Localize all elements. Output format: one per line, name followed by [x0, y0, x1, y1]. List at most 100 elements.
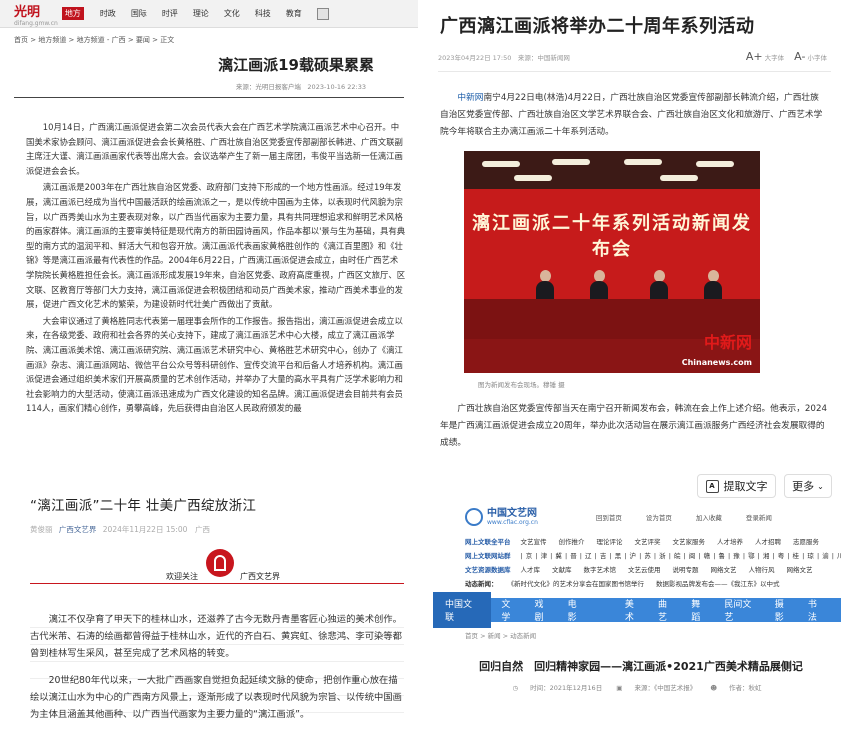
article-meta: 来源：光明日报客户端 2023-10-16 22:33: [235, 83, 366, 91]
nav-item[interactable]: 民间文艺: [724, 597, 758, 623]
database-row: 文艺资源数据库 人才库 文献库 数字艺术馆 文艺云使用 说明专题 网络文艺 人物…: [465, 564, 813, 574]
database-link[interactable]: 数字艺术馆: [584, 564, 617, 574]
gmw-logo[interactable]: 光明 difang.gmw.cn: [14, 1, 58, 27]
top-link[interactable]: 设为首页: [646, 512, 672, 522]
account-link[interactable]: 广西文艺界: [59, 525, 97, 534]
platform-link[interactable]: 文艺评奖: [635, 536, 661, 546]
cflac-header: 中国文艺网 www.cflac.org.cn 回到首页 设为首页 加入收藏 登录…: [433, 500, 841, 526]
cflac-article-panel: 中国文艺网 www.cflac.org.cn 回到首页 设为首页 加入收藏 登录…: [433, 500, 841, 748]
paragraph: 20世纪80年代以来，一大批广西画家自觉担负起延续文脉的使命，把创作重心放在描绘…: [30, 675, 402, 720]
source-link[interactable]: 中新网: [457, 93, 483, 103]
gmw-nav-item[interactable]: 教育: [286, 8, 302, 20]
press-conference-photo: 漓江画派二十年系列活动新闻发布会 中新网 Chinanews.com: [464, 151, 760, 373]
platform-row: 网上文联全平台 文艺宣传 创作推介 理论评论 文艺评奖 文艺家服务 人才培养 人…: [465, 536, 819, 546]
gmw-nav-item[interactable]: 科技: [255, 8, 271, 20]
article-meta-row: 2023年04月22日 17:50 来源：中国新闻网 A+ 大字体 A- 小字体: [428, 38, 841, 63]
paragraph: 漓江画派是2003年在广西壮族自治区党委、政府部门支持下形成的一个地方性画派。经…: [26, 182, 406, 310]
news-link[interactable]: 《新时代文化》的艺术分享会在国家图书馆举行: [508, 578, 645, 588]
paragraph: 广西壮族自治区党委宣传部当天在南宁召开新闻发布会，韩流在会上作上述介绍。他表示，…: [440, 404, 827, 448]
follow-account: 广西文艺界: [240, 572, 280, 581]
publish-date: 2024年11月22日 15:00 广西: [102, 525, 210, 534]
nav-item[interactable]: 中国文联: [433, 592, 492, 628]
paragraph: 漓江不仅孕育了甲天下的桂林山水，还滋养了古今无数丹青墨客匠心独运的美术创作。古代…: [30, 614, 402, 659]
more-button[interactable]: 更多 ⌄: [784, 474, 832, 498]
ceiling-light: [552, 159, 590, 165]
divider: [30, 583, 404, 584]
database-link[interactable]: 文献库: [552, 564, 572, 574]
platform-link[interactable]: 文艺家服务: [673, 536, 706, 546]
database-link[interactable]: 说明专题: [673, 564, 699, 574]
clock-icon: ◷: [512, 684, 519, 692]
nav-item[interactable]: 舞蹈: [691, 597, 708, 623]
nav-item[interactable]: 曲艺: [658, 597, 675, 623]
font-decrease-icon: A-: [794, 50, 806, 63]
font-large-button[interactable]: A+ 大字体: [746, 50, 784, 63]
article-title: 漓江画派19载硕果累累: [218, 56, 374, 74]
chevron-down-icon: ⌄: [817, 481, 824, 491]
nav-item[interactable]: 摄影: [775, 597, 792, 623]
publish-author: 作者：秋虹: [729, 684, 762, 692]
database-link[interactable]: 人物行风: [749, 564, 775, 574]
cflac-site-name[interactable]: 中国文艺网 www.cflac.org.cn: [487, 508, 538, 526]
gmw-nav-item[interactable]: 时评: [162, 8, 178, 20]
font-increase-icon: A+: [745, 50, 763, 63]
top-link[interactable]: 登录新闻: [746, 512, 772, 522]
platform-link[interactable]: 理论评论: [597, 536, 623, 546]
gmw-nav-item[interactable]: 文化: [224, 8, 240, 20]
platform-link[interactable]: 创作推介: [559, 536, 585, 546]
paragraph: 10月14日，广西漓江画派促进会第二次会员代表大会在广西艺术学院漓江画派艺术中心…: [26, 122, 403, 176]
account-logo-icon: [206, 549, 234, 577]
ceiling-light: [482, 161, 520, 167]
publish-time: 时间：2021年12月16日: [530, 684, 603, 692]
font-small-button[interactable]: A- 小字体: [794, 50, 827, 63]
article-title: 广西漓江画派将举办二十周年系列活动: [440, 16, 755, 37]
font-size-controls: A+ 大字体 A- 小字体: [746, 50, 827, 63]
gmw-header-bar: 光明 difang.gmw.cn 地方 时政 国际 时评 理论 文化 科技 教育: [0, 0, 418, 28]
menu-grid-icon[interactable]: [316, 7, 329, 20]
article-meta: ◷ 时间：2021年12月16日 ▣ 来源：《中国艺术报》 ☻ 作者：秋虹: [433, 682, 841, 692]
main-nav: 中国文联 文学 戏剧 电影 美术 曲艺 舞蹈 民间文艺 摄影 书法: [433, 592, 841, 628]
photo-caption: 图为新闻发布会现场。穆锤 摄: [478, 381, 565, 389]
breadcrumb[interactable]: 首页 > 新闻 > 动态新闻: [433, 622, 841, 640]
top-links: 回到首页 设为首页 加入收藏 登录新闻: [596, 512, 772, 522]
database-link[interactable]: 网络文艺: [711, 564, 737, 574]
ceiling-light: [624, 159, 662, 165]
article-body: 10月14日，广西漓江画派促进会第二次会员代表大会在广西艺术学院漓江画派艺术中心…: [0, 98, 418, 416]
top-link[interactable]: 回到首页: [596, 512, 622, 522]
top-link[interactable]: 加入收藏: [696, 512, 722, 522]
news-link[interactable]: 数据影视品牌发布会——《我江东》以中式: [656, 578, 780, 588]
gmw-nav-item[interactable]: 时政: [100, 8, 116, 20]
watermark: 中新网: [703, 333, 752, 352]
platform-link[interactable]: 人才招聘: [755, 536, 781, 546]
cflac-logo-icon[interactable]: [465, 508, 483, 526]
photo-banner-text: 漓江画派二十年系列活动新闻发布会: [472, 213, 752, 260]
article-meta: 2023年04月22日 17:50 来源：中国新闻网: [438, 53, 570, 62]
breadcrumb[interactable]: 首页 > 地方频道 > 地方频道 - 广西 > 要闻 > 正文: [0, 28, 418, 52]
nav-item[interactable]: 文学: [501, 597, 518, 623]
ceiling-light: [696, 161, 734, 167]
platform-link[interactable]: 志愿服务: [793, 536, 819, 546]
platform-link[interactable]: 人才培养: [717, 536, 743, 546]
nav-item[interactable]: 电影: [568, 597, 585, 623]
gmw-nav-item[interactable]: 理论: [193, 8, 209, 20]
photo-ceiling: [464, 151, 760, 189]
nav-item[interactable]: 戏剧: [535, 597, 552, 623]
lead-paragraph: 中新网南宁4月22日电(林浩)4月22日，广西壮族自治区党委宣传部副部长韩流介绍…: [440, 93, 823, 137]
platform-link[interactable]: 文艺宣传: [521, 536, 547, 546]
province-links[interactable]: | 京 | 津 | 冀 | 晋 | 辽 | 吉 | 黑 | 沪 | 苏 | 浙 …: [521, 550, 841, 560]
gmw-local-badge[interactable]: 地方: [61, 7, 84, 20]
database-link[interactable]: 网络文艺: [787, 564, 813, 574]
extract-text-button[interactable]: A 提取文字: [697, 474, 776, 498]
publish-source: 来源：《中国艺术报》: [634, 684, 697, 692]
text-scan-icon: A: [705, 479, 719, 493]
article-meta: 黄俊丽 广西文艺界 2024年11月22日 15:00 广西: [0, 514, 428, 535]
gmw-nav-item[interactable]: 国际: [131, 8, 147, 20]
database-link[interactable]: 人才库: [521, 564, 541, 574]
nav-item[interactable]: 美术: [625, 597, 642, 623]
nav-item[interactable]: 书法: [808, 597, 825, 623]
ceiling-light: [660, 175, 698, 181]
user-icon: ☻: [710, 684, 718, 692]
author: 黄俊丽: [30, 525, 53, 534]
database-link[interactable]: 文艺云使用: [628, 564, 661, 574]
follow-banner: 欢迎关注 广西文艺界: [0, 549, 428, 599]
